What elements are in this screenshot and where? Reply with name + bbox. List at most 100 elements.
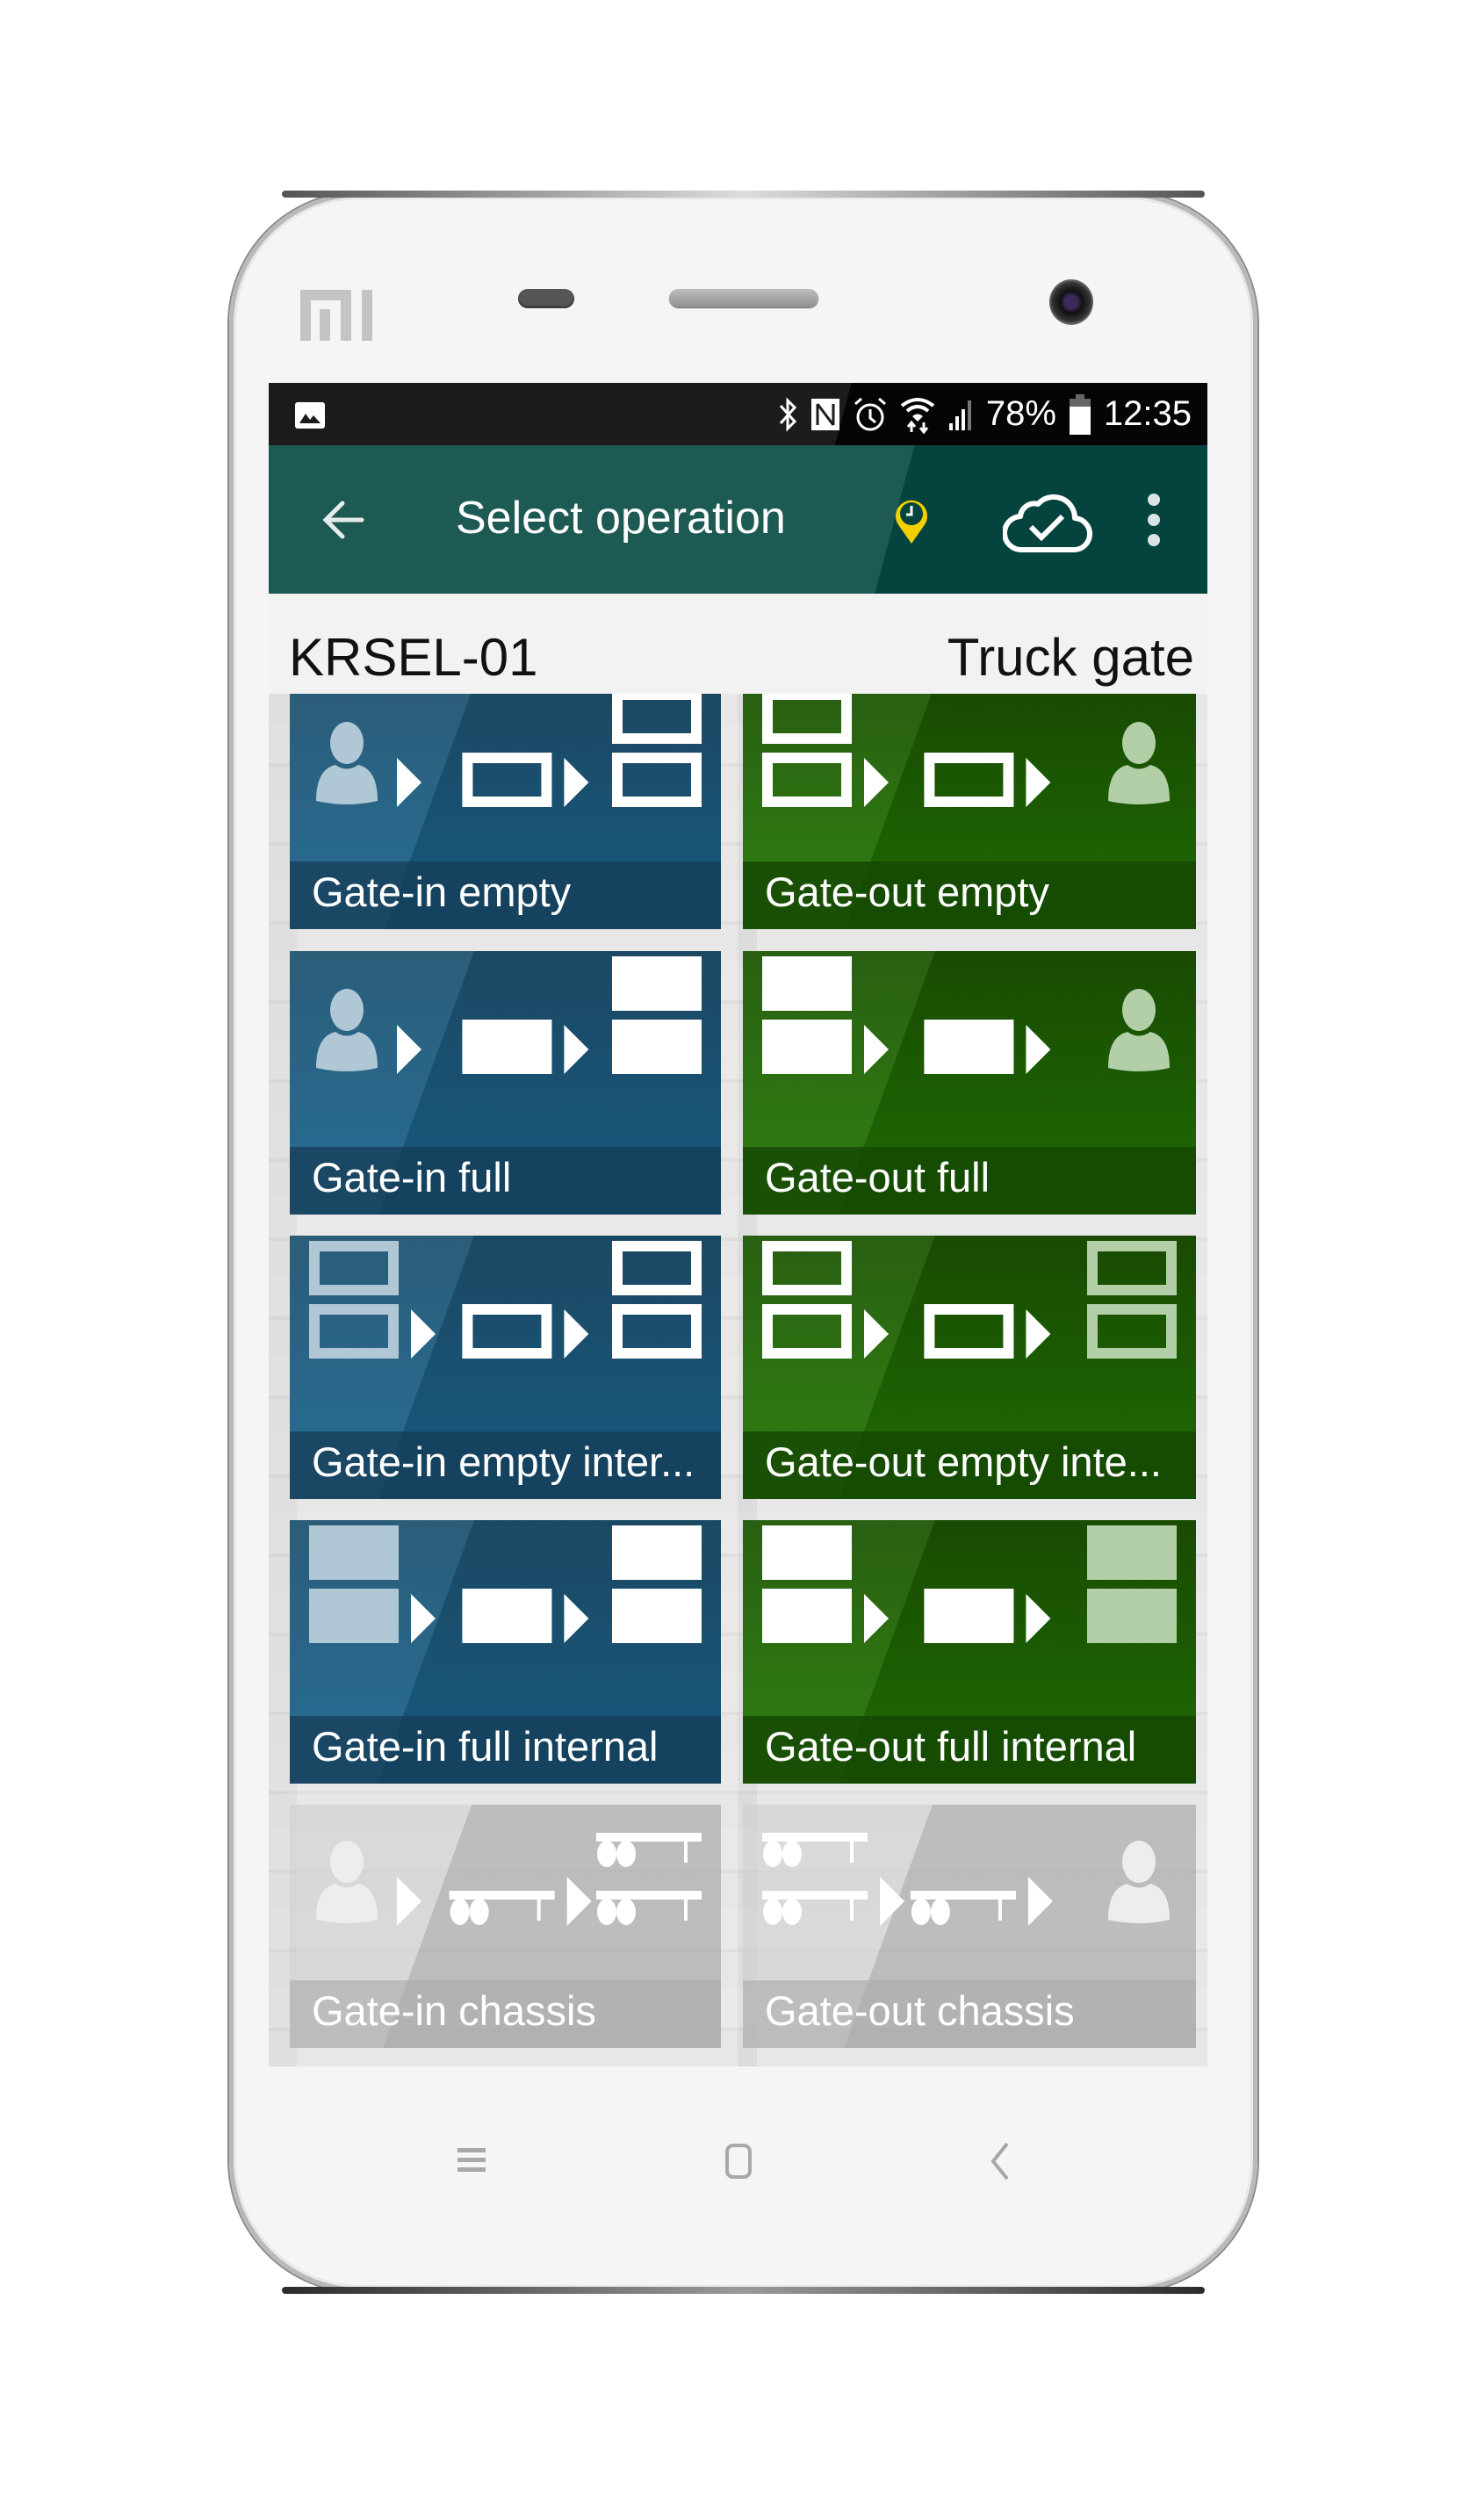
stack-outline-from-icon: [762, 694, 852, 744]
stack-outline-to-icon: [1087, 1241, 1177, 1295]
operation-label: Gate-out empty inte...: [765, 1438, 1162, 1485]
location-header: KRSEL-01 Truck gate: [269, 594, 1207, 694]
operation-tile[interactable]: Gate-in full internal: [290, 1520, 721, 1784]
arrow-right-icon: [566, 1877, 592, 1926]
nfc-icon: [810, 398, 839, 430]
arrow-right-icon: [864, 1025, 889, 1074]
arrow-right-icon: [397, 1877, 421, 1926]
stack-solid-to-icon: [1087, 1589, 1177, 1643]
arrow-right-icon: [411, 1309, 436, 1359]
arrow-right-icon: [864, 1309, 889, 1359]
earpiece-speaker: [669, 289, 818, 307]
chassis-via-icon: [910, 1891, 1016, 1925]
arrow-right-icon: [1027, 1877, 1053, 1926]
tile-label-band: Gate-out full: [743, 1147, 1196, 1215]
person-to-icon: [1108, 1841, 1170, 1923]
terminal-code: KRSEL-01: [289, 628, 538, 687]
stack-solid-to-icon: [612, 956, 702, 1011]
screen: 78% 12:35 Select operation KRSEL-01 Truc…: [269, 383, 1207, 2066]
operation-tile[interactable]: Gate-out empty: [743, 694, 1196, 929]
stack-outline-from-icon: [309, 1241, 399, 1295]
person-from-icon: [316, 722, 378, 804]
stack-solid-to-icon: [612, 1525, 702, 1580]
bluetooth-icon: [779, 396, 796, 432]
arrow-right-icon: [564, 758, 589, 807]
operation-grid-area: KRSEL-01 Truck gate Gate-in empty Gate-ou…: [269, 594, 1207, 2066]
stack-outline-to-icon: [612, 753, 702, 807]
stack-chassis-from-icon: [762, 1833, 868, 1867]
clock: 12:35: [1103, 394, 1192, 433]
arrow-right-icon: [564, 1594, 589, 1643]
box-solid-via-icon: [924, 1589, 1014, 1643]
box-solid-via-icon: [924, 1020, 1014, 1074]
battery-icon: [1069, 393, 1091, 435]
tile-label-band: Gate-out empty inte...: [743, 1431, 1196, 1499]
stack-outline-from-icon: [762, 1241, 852, 1295]
box-outline-via-icon: [924, 753, 1014, 807]
tile-label-band: Gate-out chassis: [743, 1980, 1196, 2048]
front-camera: [1049, 279, 1093, 325]
battery-percent: 78%: [985, 394, 1056, 433]
proximity-sensor: [518, 289, 574, 308]
box-outline-via-icon: [924, 1304, 1014, 1359]
operation-label: Gate-out chassis: [765, 1987, 1075, 2034]
operation-label: Gate-in empty inter...: [312, 1438, 695, 1485]
operation-diagram-icon: [762, 694, 1170, 807]
operation-label: Gate-out empty: [765, 869, 1049, 915]
wifi-icon: [900, 397, 935, 434]
operation-tile[interactable]: Gate-out full: [743, 951, 1196, 1215]
operation-diagram-icon: [316, 956, 702, 1074]
person-from-icon: [316, 1841, 378, 1923]
stack-solid-from-icon: [762, 1020, 852, 1074]
location-clock-pin-icon[interactable]: [892, 496, 931, 544]
box-solid-via-icon: [462, 1589, 552, 1643]
tile-label-band: Gate-in chassis: [290, 1980, 721, 2048]
arrow-right-icon: [397, 1025, 421, 1074]
cloud-check-icon[interactable]: [1003, 488, 1092, 553]
tile-label-band: Gate-in full internal: [290, 1716, 721, 1784]
arrow-right-icon: [1026, 1594, 1051, 1643]
more-vertical-icon[interactable]: [1143, 491, 1164, 549]
box-outline-via-icon: [462, 1304, 552, 1359]
operation-label: Gate-in chassis: [312, 1987, 596, 2034]
back-button[interactable]: [313, 489, 374, 551]
alarm-icon: [854, 397, 886, 430]
operation-tile[interactable]: Gate-out empty inte...: [743, 1236, 1196, 1499]
tile-label-band: Gate-in empty inter...: [290, 1431, 721, 1499]
operation-tile[interactable]: Gate-out full internal: [743, 1520, 1196, 1784]
operation-diagram-icon: [316, 694, 702, 807]
operation-tile[interactable]: Gate-in full: [290, 951, 721, 1215]
operation-tile[interactable]: Gate-in empty: [290, 694, 721, 929]
operation-diagram-icon: [762, 1525, 1177, 1643]
person-to-icon: [1108, 989, 1170, 1071]
operation-label: Gate-out full: [765, 1154, 991, 1200]
stack-outline-to-icon: [612, 1304, 702, 1359]
operation-tile[interactable]: Gate-in empty inter...: [290, 1236, 721, 1499]
stack-solid-to-icon: [1087, 1525, 1177, 1580]
operation-label: Gate-in full internal: [312, 1723, 659, 1770]
operation-diagram-icon: [316, 1833, 702, 1926]
operation-tile: Gate-in chassis: [290, 1805, 721, 2048]
back-chevron-icon[interactable]: [988, 2141, 1011, 2181]
stack-chassis-from-icon: [762, 1891, 868, 1925]
tile-label-band: Gate-out full internal: [743, 1716, 1196, 1784]
person-to-icon: [1108, 722, 1170, 804]
arrow-right-icon: [1026, 1025, 1051, 1074]
operation-diagram-icon: [762, 956, 1170, 1074]
arrow-right-icon: [880, 1877, 904, 1926]
stack-outline-from-icon: [762, 753, 852, 807]
stack-solid-from-icon: [762, 1589, 852, 1643]
arrow-right-icon: [864, 758, 889, 807]
operation-diagram-icon: [309, 1525, 702, 1643]
menu-lines-icon[interactable]: [457, 2143, 486, 2178]
home-square-icon[interactable]: [724, 2143, 753, 2180]
arrow-right-icon: [397, 758, 421, 807]
stack-solid-to-icon: [612, 1020, 702, 1074]
operation-label: Gate-in full: [312, 1154, 512, 1200]
stack-outline-from-icon: [762, 1304, 852, 1359]
tile-label-band: Gate-out empty: [743, 862, 1196, 929]
gate-type: Truck gate: [947, 628, 1194, 687]
stack-solid-from-icon: [309, 1589, 399, 1643]
cellular-signal-icon: [948, 400, 971, 430]
box-outline-via-icon: [462, 753, 552, 807]
